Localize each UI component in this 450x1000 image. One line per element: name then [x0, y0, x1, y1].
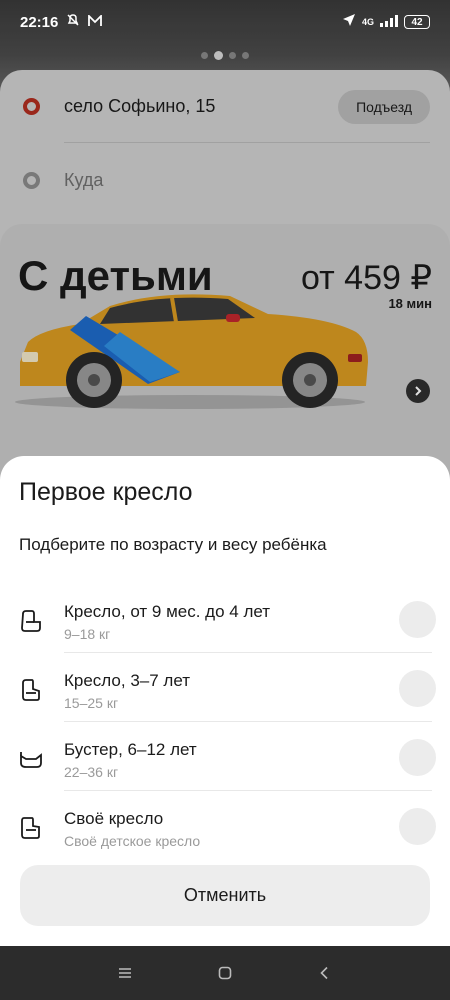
seat-option-title: Бустер, 6–12 лет	[64, 740, 197, 759]
seat-option-title: Кресло, от 9 мес. до 4 лет	[64, 602, 271, 621]
divider	[64, 652, 432, 653]
infant-seat-icon	[21, 610, 41, 632]
child-seat-icon	[22, 679, 40, 701]
seat-option-title: Своё кресло	[64, 809, 164, 828]
home-icon[interactable]	[214, 962, 236, 984]
seat-option-title: Кресло, 3–7 лет	[64, 671, 191, 690]
seat-option-radio[interactable]	[399, 601, 436, 638]
own-seat-icon	[21, 817, 40, 839]
booster-icon	[20, 752, 42, 768]
menu-icon[interactable]	[114, 962, 136, 984]
signal-icon	[380, 14, 398, 31]
mail-icon	[88, 13, 103, 31]
sheet-subtitle: Подберите по возрасту и весу ребёнка	[19, 535, 327, 554]
network-type-label: 4G	[361, 17, 374, 27]
child-seat-sheet: Первое кресло Подберите по возрасту и ве…	[0, 456, 450, 946]
seat-option-booster[interactable]: Бустер, 6–12 лет 22–36 кг	[0, 732, 450, 800]
seat-option-child[interactable]: Кресло, 3–7 лет 15–25 кг	[0, 663, 450, 731]
status-time: 22:16	[20, 13, 59, 31]
sheet-title: Первое кресло	[19, 478, 193, 506]
status-bar: 22:16 4G 42	[0, 0, 450, 44]
seat-option-own[interactable]: Своё кресло Своё детское кресло	[0, 801, 450, 869]
seat-option-weight: 9–18 кг	[64, 626, 111, 642]
seat-option-radio[interactable]	[399, 739, 436, 776]
back-icon[interactable]	[314, 962, 336, 984]
divider	[64, 790, 432, 791]
cancel-button[interactable]: Отменить	[20, 865, 430, 926]
battery-icon: 42	[404, 15, 430, 29]
seat-option-radio[interactable]	[399, 808, 436, 845]
seat-option-weight: 15–25 кг	[64, 695, 119, 711]
bell-off-icon	[66, 13, 80, 31]
seat-option-weight: 22–36 кг	[64, 764, 119, 780]
seat-option-radio[interactable]	[399, 670, 436, 707]
system-nav-bar	[0, 946, 450, 1000]
seat-option-weight: Своё детское кресло	[64, 833, 201, 849]
divider	[64, 721, 432, 722]
seat-option-infant[interactable]: Кресло, от 9 мес. до 4 лет 9–18 кг	[0, 594, 450, 662]
location-arrow-icon	[342, 13, 356, 31]
